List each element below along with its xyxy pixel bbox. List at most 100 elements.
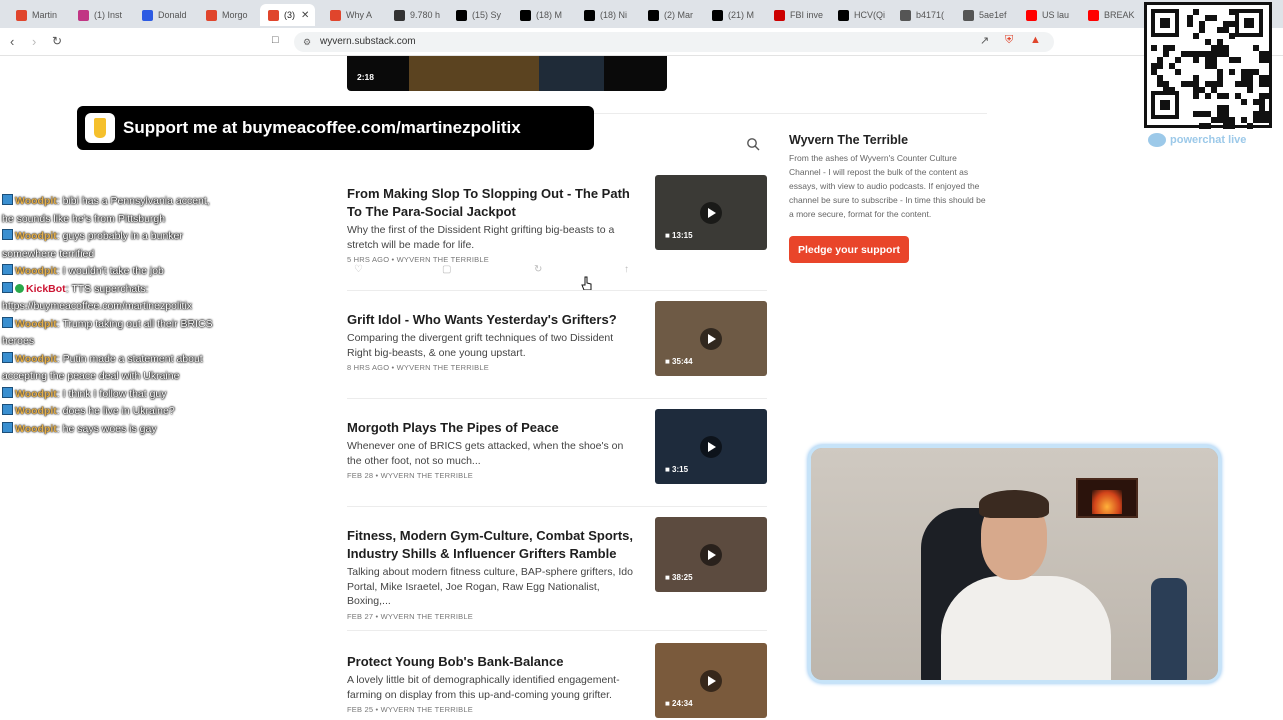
- qr-module: [1247, 87, 1253, 93]
- back-icon[interactable]: ‹: [10, 34, 14, 49]
- tab-16[interactable]: US lau: [1018, 4, 1078, 26]
- play-icon[interactable]: [700, 202, 722, 224]
- qr-module: [1199, 27, 1205, 33]
- qr-module: [1163, 51, 1169, 57]
- post-meta: FEB 27 • WYVERN THE TERRIBLE: [347, 611, 473, 621]
- video-preview[interactable]: 2:18: [347, 56, 667, 91]
- tab-1[interactable]: (1) Inst: [70, 4, 130, 26]
- tab-favicon: [268, 9, 279, 21]
- play-icon[interactable]: [700, 544, 722, 566]
- qr-module: [1229, 9, 1235, 15]
- support-banner: Support me at buymeacoffee.com/martinezp…: [77, 106, 594, 150]
- tab-0[interactable]: Martin: [8, 4, 63, 26]
- play-icon[interactable]: [700, 328, 722, 350]
- close-tab-icon[interactable]: ✕: [301, 10, 309, 21]
- tab-4[interactable]: (3) ✕: [260, 4, 315, 26]
- restack-icon[interactable]: ↻: [534, 264, 542, 275]
- tab-15[interactable]: 5ae1ef: [955, 4, 1015, 26]
- pledge-button[interactable]: Pledge your support: [789, 236, 909, 263]
- tab-6[interactable]: 9.780 h: [386, 4, 444, 26]
- tab-5[interactable]: Why A: [322, 4, 382, 26]
- platform-badge-icon: [2, 194, 13, 205]
- tab-17[interactable]: BREAK: [1080, 4, 1140, 26]
- share-icon[interactable]: ↗: [980, 34, 989, 47]
- qr-finder: [1151, 91, 1179, 119]
- qr-module: [1211, 15, 1217, 21]
- post-thumbnail[interactable]: ■ 13:15: [655, 175, 767, 250]
- share-icon[interactable]: ↑: [624, 264, 629, 275]
- brave-shield-icon[interactable]: ⛨: [1005, 34, 1013, 47]
- chat-text: : I wouldn't take the job: [56, 265, 164, 277]
- tab-favicon: [963, 9, 974, 21]
- chat-message: Woodpit: he says woes is gay: [2, 421, 220, 439]
- tab-label: Donald: [158, 10, 187, 20]
- bookmark-icon[interactable]: □: [272, 34, 279, 46]
- tab-2[interactable]: Donald: [134, 4, 194, 26]
- post-thumbnail[interactable]: ■ 35:44: [655, 301, 767, 376]
- chat-username: Woodpit: [15, 387, 57, 400]
- tab-3[interactable]: Morgo: [198, 4, 256, 26]
- post-item[interactable]: Protect Young Bob's Bank-Balance A lovel…: [347, 643, 767, 718]
- post-item[interactable]: Fitness, Modern Gym-Culture, Combat Spor…: [347, 517, 767, 621]
- post-title[interactable]: Fitness, Modern Gym-Culture, Combat Spor…: [347, 527, 639, 563]
- tab-favicon: [648, 9, 659, 21]
- tab-label: Why A: [346, 10, 373, 20]
- tab-13[interactable]: HCV(Qi: [830, 4, 890, 26]
- post-duration: ■ 38:25: [665, 573, 693, 582]
- tab-8[interactable]: (18) M: [512, 4, 572, 26]
- tab-label: Morgo: [222, 10, 248, 20]
- post-thumbnail[interactable]: ■ 3:15: [655, 409, 767, 484]
- tab-12[interactable]: FBI inve: [766, 4, 826, 26]
- tab-label: 9.780 h: [410, 10, 441, 20]
- post-thumbnail[interactable]: ■ 38:25: [655, 517, 767, 592]
- tab-favicon: [142, 9, 153, 21]
- comment-icon[interactable]: ▢: [442, 264, 451, 275]
- platform-badge-icon: [2, 351, 13, 363]
- tab-7[interactable]: (15) Sy: [448, 4, 508, 26]
- post-item[interactable]: Grift Idol - Who Wants Yesterday's Grift…: [347, 301, 767, 376]
- qr-module: [1169, 45, 1175, 51]
- chat-username: Woodpit: [15, 352, 57, 365]
- webcam-feed: [808, 445, 1221, 683]
- post-item[interactable]: Morgoth Plays The Pipes of Peace Wheneve…: [347, 409, 767, 484]
- play-icon[interactable]: [700, 436, 722, 458]
- address-bar[interactable]: ⚙ wyvern.substack.com: [294, 32, 1054, 52]
- tab-14[interactable]: b4171(: [892, 4, 952, 26]
- post-divider: [347, 290, 767, 291]
- tab-9[interactable]: (18) Ni: [576, 4, 636, 26]
- qr-module: [1229, 33, 1235, 39]
- tab-label: HCV(Qi: [854, 10, 885, 20]
- tab-label: 5ae1ef: [979, 10, 1007, 20]
- play-icon[interactable]: [700, 670, 722, 692]
- powerchat-text: powerchat live: [1170, 134, 1247, 146]
- browser-toolbar: ‹ › ↻ □ ⚙ wyvern.substack.com ↗ ⛨ ▲: [0, 28, 1283, 56]
- post-title[interactable]: From Making Slop To Slopping Out - The P…: [347, 185, 639, 221]
- chat-username: Woodpit: [15, 422, 57, 435]
- post-duration: ■ 35:44: [665, 357, 693, 366]
- post-title[interactable]: Grift Idol - Who Wants Yesterday's Grift…: [347, 311, 639, 329]
- forward-icon[interactable]: ›: [32, 34, 36, 49]
- support-text: Support me at buymeacoffee.com/martinezp…: [123, 118, 521, 137]
- post-description: A lovely little bit of demographically i…: [347, 674, 620, 701]
- chat-text: : he says woes is gay: [56, 422, 157, 435]
- publication-title[interactable]: Wyvern The Terrible: [789, 133, 908, 147]
- tab-label: (18) Ni: [600, 10, 628, 20]
- search-icon[interactable]: [746, 137, 760, 151]
- qr-module: [1241, 99, 1247, 105]
- tab-11[interactable]: (21) M: [704, 4, 762, 26]
- site-info-icon[interactable]: ⚙: [303, 32, 311, 52]
- post-title[interactable]: Protect Young Bob's Bank-Balance: [347, 653, 639, 671]
- post-title[interactable]: Morgoth Plays The Pipes of Peace: [347, 419, 639, 437]
- tab-label: FBI inve: [790, 10, 824, 20]
- chat-username: Woodpit: [15, 195, 57, 207]
- streamer-hair: [979, 490, 1049, 518]
- tab-10[interactable]: (2) Mar: [640, 4, 700, 26]
- post-item[interactable]: From Making Slop To Slopping Out - The P…: [347, 175, 767, 264]
- platform-badge-icon: [2, 229, 13, 240]
- reload-icon[interactable]: ↻: [52, 34, 62, 48]
- like-icon[interactable]: ♡: [354, 264, 363, 275]
- tab-favicon: [330, 9, 341, 21]
- rewards-icon[interactable]: ▲: [1030, 34, 1041, 46]
- post-thumbnail[interactable]: ■ 24:34: [655, 643, 767, 718]
- post-duration: ■ 13:15: [665, 231, 693, 240]
